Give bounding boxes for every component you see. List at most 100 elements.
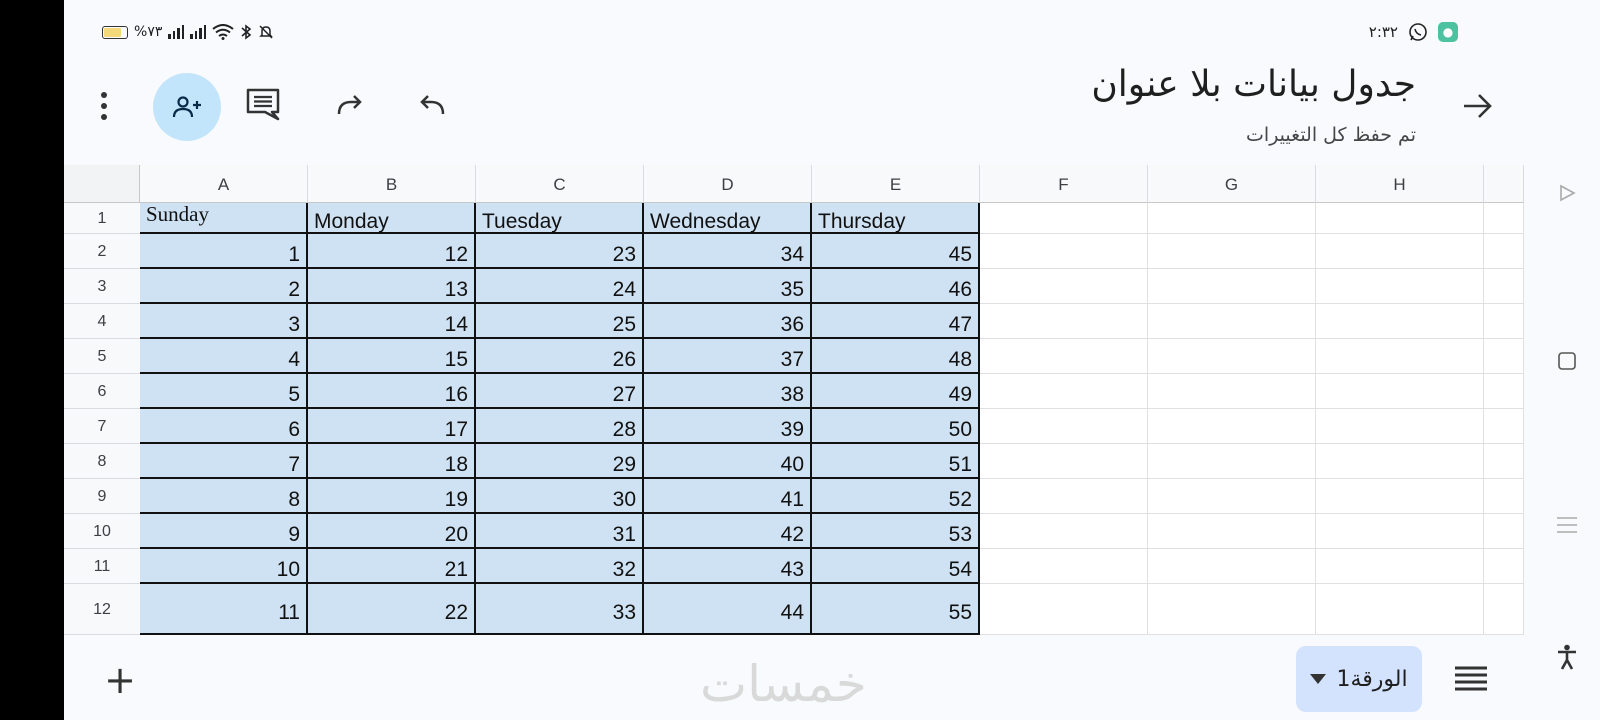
grid-cell[interactable]: [1316, 269, 1484, 304]
column-header[interactable]: A: [140, 165, 308, 203]
grid-cell[interactable]: [980, 584, 1148, 635]
table-cell[interactable]: 16: [308, 374, 476, 409]
select-all-corner[interactable]: [64, 165, 140, 203]
grid-cell[interactable]: [1316, 549, 1484, 584]
comment-button[interactable]: [239, 80, 287, 128]
grid-cell[interactable]: [1148, 339, 1316, 374]
share-button[interactable]: [153, 73, 221, 141]
table-cell[interactable]: 17: [308, 409, 476, 444]
grid-cell[interactable]: [1484, 304, 1524, 339]
grid-cell[interactable]: [1316, 203, 1484, 234]
grid-cell[interactable]: [1484, 479, 1524, 514]
grid-cell[interactable]: [1148, 374, 1316, 409]
more-options-button[interactable]: [80, 82, 128, 130]
row-header[interactable]: 8: [64, 444, 140, 479]
all-sheets-button[interactable]: [1454, 664, 1488, 698]
table-cell[interactable]: 11: [140, 584, 308, 635]
table-cell[interactable]: 21: [308, 549, 476, 584]
row-header[interactable]: 1: [64, 203, 140, 234]
grid-cell[interactable]: [1316, 374, 1484, 409]
grid-cell[interactable]: [1316, 304, 1484, 339]
grid-cell[interactable]: [1484, 514, 1524, 549]
grid-cell[interactable]: [980, 514, 1148, 549]
grid-cell[interactable]: [1148, 269, 1316, 304]
grid-cell[interactable]: [980, 339, 1148, 374]
column-header[interactable]: C: [476, 165, 644, 203]
table-cell[interactable]: 8: [140, 479, 308, 514]
redo-button[interactable]: [326, 82, 374, 130]
table-cell[interactable]: 24: [476, 269, 644, 304]
table-cell[interactable]: 22: [308, 584, 476, 635]
column-header[interactable]: H: [1316, 165, 1484, 203]
table-cell[interactable]: 37: [644, 339, 812, 374]
table-cell[interactable]: 28: [476, 409, 644, 444]
grid-cell[interactable]: [1484, 444, 1524, 479]
grid-cell[interactable]: [1316, 444, 1484, 479]
row-header[interactable]: 11: [64, 549, 140, 584]
grid-cell[interactable]: [1484, 269, 1524, 304]
table-cell[interactable]: 41: [644, 479, 812, 514]
grid-cell[interactable]: [1484, 234, 1524, 269]
table-cell[interactable]: 23: [476, 234, 644, 269]
back-button[interactable]: [1454, 82, 1502, 130]
table-cell[interactable]: 50: [812, 409, 980, 444]
table-cell[interactable]: 6: [140, 409, 308, 444]
grid-cell[interactable]: [1484, 549, 1524, 584]
grid-cell[interactable]: [1148, 203, 1316, 234]
table-cell[interactable]: 33: [476, 584, 644, 635]
grid-cell[interactable]: [1316, 339, 1484, 374]
table-cell[interactable]: 44: [644, 584, 812, 635]
table-cell[interactable]: 55: [812, 584, 980, 635]
table-cell[interactable]: 49: [812, 374, 980, 409]
table-cell[interactable]: 36: [644, 304, 812, 339]
table-cell[interactable]: 38: [644, 374, 812, 409]
grid-cell[interactable]: [1148, 479, 1316, 514]
table-cell[interactable]: 30: [476, 479, 644, 514]
table-cell[interactable]: 43: [644, 549, 812, 584]
table-cell[interactable]: 2: [140, 269, 308, 304]
row-header[interactable]: 6: [64, 374, 140, 409]
add-sheet-button[interactable]: +: [100, 658, 140, 702]
grid-cell[interactable]: [1316, 479, 1484, 514]
table-cell[interactable]: 46: [812, 269, 980, 304]
column-header[interactable]: E: [812, 165, 980, 203]
table-cell[interactable]: 5: [140, 374, 308, 409]
row-header[interactable]: 7: [64, 409, 140, 444]
grid-cell[interactable]: [980, 203, 1148, 234]
table-cell[interactable]: 48: [812, 339, 980, 374]
table-cell[interactable]: 15: [308, 339, 476, 374]
column-header[interactable]: F: [980, 165, 1148, 203]
grid-cell[interactable]: [980, 409, 1148, 444]
table-cell[interactable]: 14: [308, 304, 476, 339]
spreadsheet-grid[interactable]: A B C D E F G H 1 2 3 4 5 6 7 8 9 10 11 12 Sunday Monday Tuesd…: [64, 165, 1524, 635]
table-cell[interactable]: 45: [812, 234, 980, 269]
grid-cell[interactable]: [1148, 234, 1316, 269]
grid-cell[interactable]: [1484, 203, 1524, 234]
table-header-cell[interactable]: Sunday: [140, 203, 308, 234]
table-header-cell[interactable]: Thursday: [812, 203, 980, 234]
table-cell[interactable]: 9: [140, 514, 308, 549]
grid-cell[interactable]: [1148, 549, 1316, 584]
grid-cell[interactable]: [1148, 514, 1316, 549]
grid-cell[interactable]: [1148, 584, 1316, 635]
table-cell[interactable]: 40: [644, 444, 812, 479]
grid-cell[interactable]: [980, 304, 1148, 339]
row-header[interactable]: 3: [64, 269, 140, 304]
table-cell[interactable]: 7: [140, 444, 308, 479]
table-cell[interactable]: 52: [812, 479, 980, 514]
grid-cell[interactable]: [1484, 409, 1524, 444]
column-header[interactable]: B: [308, 165, 476, 203]
table-cell[interactable]: 20: [308, 514, 476, 549]
grid-cell[interactable]: [980, 269, 1148, 304]
document-title[interactable]: جدول بيانات بلا عنوان: [1091, 64, 1416, 105]
grid-cell[interactable]: [1484, 584, 1524, 635]
grid-cell[interactable]: [980, 374, 1148, 409]
table-cell[interactable]: 51: [812, 444, 980, 479]
table-cell[interactable]: 1: [140, 234, 308, 269]
table-cell[interactable]: 12: [308, 234, 476, 269]
row-header[interactable]: 9: [64, 479, 140, 514]
row-header[interactable]: 4: [64, 304, 140, 339]
row-header[interactable]: 12: [64, 584, 140, 635]
grid-cell[interactable]: [1484, 339, 1524, 374]
table-cell[interactable]: 26: [476, 339, 644, 374]
